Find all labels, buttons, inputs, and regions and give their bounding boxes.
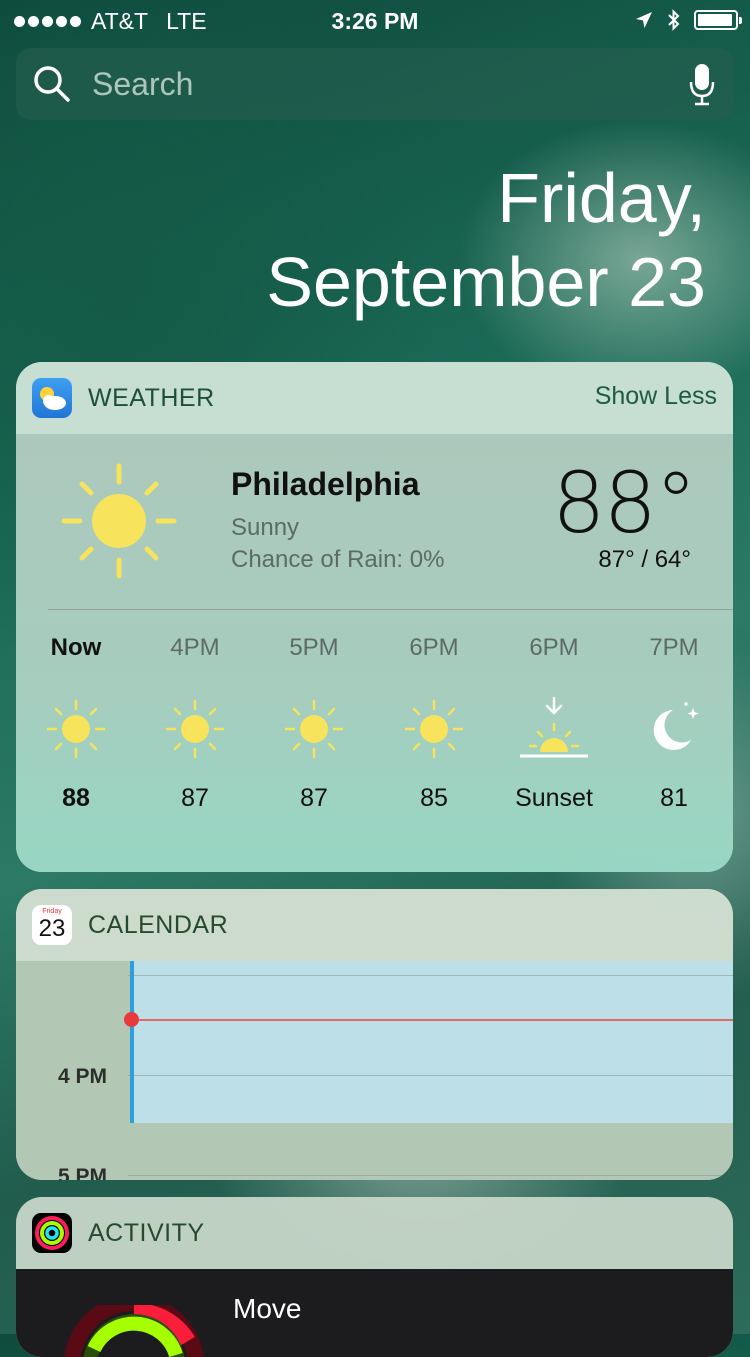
hour-temp: 87 <box>300 784 328 812</box>
sun-icon <box>284 699 344 759</box>
activity-widget[interactable]: ACTIVITY Move <box>16 1197 733 1357</box>
calendar-header: Friday 23 CALENDAR <box>16 889 733 961</box>
hour-forecast: 6PM 85 <box>374 634 494 813</box>
hour-label: Now <box>50 634 102 661</box>
sun-icon <box>165 699 225 759</box>
search-placeholder: Search <box>92 65 194 102</box>
hour-label: 6PM <box>529 634 579 661</box>
sun-icon <box>61 463 177 579</box>
battery-icon <box>694 10 742 30</box>
hour-label: 7PM <box>649 634 699 661</box>
hour-forecast: Now 88 <box>16 634 136 813</box>
calendar-body: 4 PM 5 PM <box>16 961 733 1180</box>
hour-label: 5PM <box>289 634 339 661</box>
status-right <box>634 8 742 32</box>
activity-app-icon <box>32 1213 72 1253</box>
hour-label-4pm: 4 PM <box>58 1065 108 1088</box>
date-display: Friday, September 23 <box>266 156 706 324</box>
weather-rain-chance: Chance of Rain: 0% <box>231 546 445 573</box>
hour-temp: 88 <box>62 784 90 812</box>
weather-divider <box>48 609 733 610</box>
calendar-icon-day: Friday <box>42 908 62 915</box>
weather-title: WEATHER <box>88 383 215 412</box>
weather-widget[interactable]: WEATHER Show Less Philadelphia Sunny Cha… <box>16 362 733 872</box>
location-arrow-icon <box>636 12 652 28</box>
calendar-title: CALENDAR <box>88 910 229 939</box>
activity-title: ACTIVITY <box>88 1218 205 1247</box>
hour-gridline <box>128 975 733 976</box>
hour-temp: 87 <box>181 784 209 812</box>
hour-temp: 81 <box>660 784 688 812</box>
activity-body: Move <box>16 1269 733 1357</box>
calendar-app-icon: Friday 23 <box>32 905 72 945</box>
weather-header: WEATHER Show Less <box>16 362 733 434</box>
hour-label: 4PM <box>170 634 220 661</box>
hour-gridline <box>128 1175 733 1176</box>
activity-rings-icon <box>64 1305 204 1357</box>
calendar-icon-date: 23 <box>38 915 66 942</box>
current-time-dot <box>124 1012 139 1027</box>
sun-icon <box>46 699 106 759</box>
weather-current-temp: 88° <box>552 454 697 552</box>
weather-body: Philadelphia Sunny Chance of Rain: 0% 88… <box>16 434 733 872</box>
hour-forecast: 7PM 81 <box>614 634 733 813</box>
sun-icon <box>404 699 464 759</box>
bluetooth-icon <box>668 9 680 31</box>
show-less-button[interactable]: Show Less <box>595 382 717 411</box>
hour-temp: Sunset <box>515 784 593 812</box>
weather-city: Philadelphia <box>231 466 420 502</box>
search-bar[interactable]: Search <box>16 48 733 120</box>
activity-header: ACTIVITY <box>16 1197 733 1269</box>
calendar-widget[interactable]: Friday 23 CALENDAR 4 PM 5 PM <box>16 889 733 1180</box>
calendar-event-block[interactable] <box>130 961 733 1123</box>
sunset-icon <box>520 696 588 758</box>
hour-label: 6PM <box>409 634 459 661</box>
microphone-icon[interactable] <box>689 62 715 106</box>
date-full: September 23 <box>266 243 706 321</box>
hour-forecast: 4PM 87 <box>135 634 255 813</box>
hour-forecast: 6PM Sunset <box>494 634 614 813</box>
date-day: Friday, <box>497 159 706 237</box>
hour-gridline <box>128 1075 733 1076</box>
weather-high-low: 87° / 64° <box>598 546 691 573</box>
weather-condition: Sunny <box>231 514 300 541</box>
hour-label-5pm: 5 PM <box>58 1165 108 1180</box>
weather-app-icon <box>32 378 72 418</box>
search-icon <box>34 66 70 102</box>
move-label: Move <box>233 1293 302 1324</box>
hour-forecast: 5PM 87 <box>254 634 374 813</box>
moon-icon <box>653 702 699 750</box>
status-bar: AT&T LTE 3:26 PM <box>0 0 750 40</box>
current-time-line <box>130 1019 733 1021</box>
hour-temp: 85 <box>420 784 448 812</box>
